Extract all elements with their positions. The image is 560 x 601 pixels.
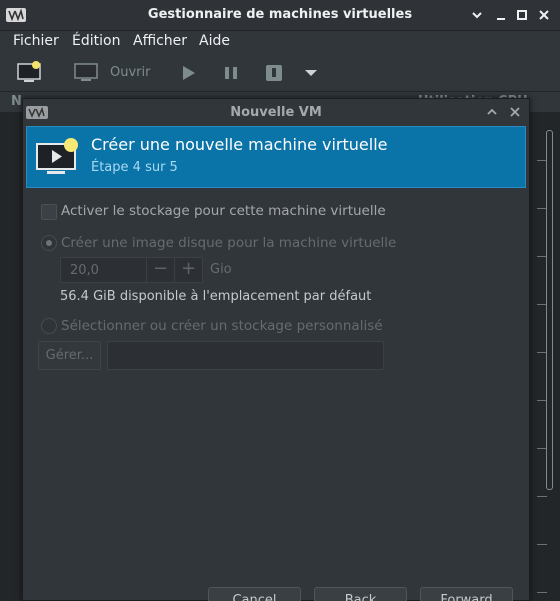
- menu-edition[interactable]: Édition: [72, 33, 120, 49]
- maximize-icon[interactable]: [515, 8, 529, 22]
- new-vm-icon[interactable]: [17, 60, 43, 84]
- create-disk-radio[interactable]: [41, 235, 57, 251]
- increase-icon[interactable]: +: [174, 258, 202, 282]
- close-icon[interactable]: [537, 8, 551, 22]
- toolbar: Ouvrir: [0, 54, 560, 92]
- new-vm-dialog: Nouvelle VM Créer une nouvelle machine v…: [22, 98, 530, 601]
- menu-aide[interactable]: Aide: [199, 33, 230, 49]
- custom-storage-label: Sélectionner ou créer un stockage person…: [61, 318, 383, 334]
- minimize-window-icon[interactable]: [494, 8, 508, 22]
- chevron-up-icon[interactable]: [486, 106, 498, 118]
- main-titlebar: Gestionnaire de machines virtuelles: [0, 0, 560, 31]
- monitor-icon[interactable]: [74, 62, 100, 84]
- minimize-icon[interactable]: [470, 8, 484, 22]
- create-disk-label: Créer une image disque pour la machine v…: [61, 235, 397, 251]
- menubar: Fichier Édition Afficher Aide: [0, 31, 560, 54]
- disk-size-value[interactable]: 20,0: [70, 263, 99, 278]
- enable-storage-checkbox[interactable]: [41, 204, 57, 220]
- wizard-header: Créer une nouvelle machine virtuelle Éta…: [26, 126, 526, 188]
- forward-button[interactable]: Forward: [420, 587, 513, 601]
- custom-storage-path-input[interactable]: [107, 341, 384, 370]
- wizard-title: Créer une nouvelle machine virtuelle: [91, 135, 388, 154]
- pause-icon[interactable]: [222, 66, 240, 80]
- menu-fichier[interactable]: Fichier: [13, 33, 59, 49]
- dialog-titlebar: Nouvelle VM: [23, 99, 529, 126]
- chevron-down-icon[interactable]: [304, 68, 318, 78]
- disk-unit-label: Gio: [210, 262, 232, 277]
- disk-size-spinner[interactable]: 20,0 − +: [60, 257, 203, 283]
- dialog-title: Nouvelle VM: [230, 105, 322, 120]
- power-icon[interactable]: [264, 63, 284, 83]
- available-space-text: 56.4 GiB disponible à l'emplacement par …: [60, 289, 372, 304]
- custom-storage-radio[interactable]: [41, 318, 57, 334]
- wizard-step: Étape 4 sur 5: [91, 160, 178, 175]
- cancel-button[interactable]: Cancel: [208, 587, 301, 601]
- decrease-icon[interactable]: −: [146, 258, 174, 282]
- dialog-close-icon[interactable]: [509, 106, 521, 118]
- open-button[interactable]: Ouvrir: [110, 65, 150, 80]
- enable-storage-label: Activer le stockage pour cette machine v…: [61, 203, 386, 219]
- play-icon[interactable]: [180, 65, 198, 81]
- manage-button[interactable]: Gérer...: [38, 341, 101, 370]
- new-vm-monitor-icon: [36, 138, 78, 174]
- menu-afficher[interactable]: Afficher: [133, 33, 187, 49]
- column-name[interactable]: N: [11, 94, 22, 109]
- back-button[interactable]: Back: [314, 587, 407, 601]
- vm-list-scrollbar[interactable]: [546, 130, 553, 490]
